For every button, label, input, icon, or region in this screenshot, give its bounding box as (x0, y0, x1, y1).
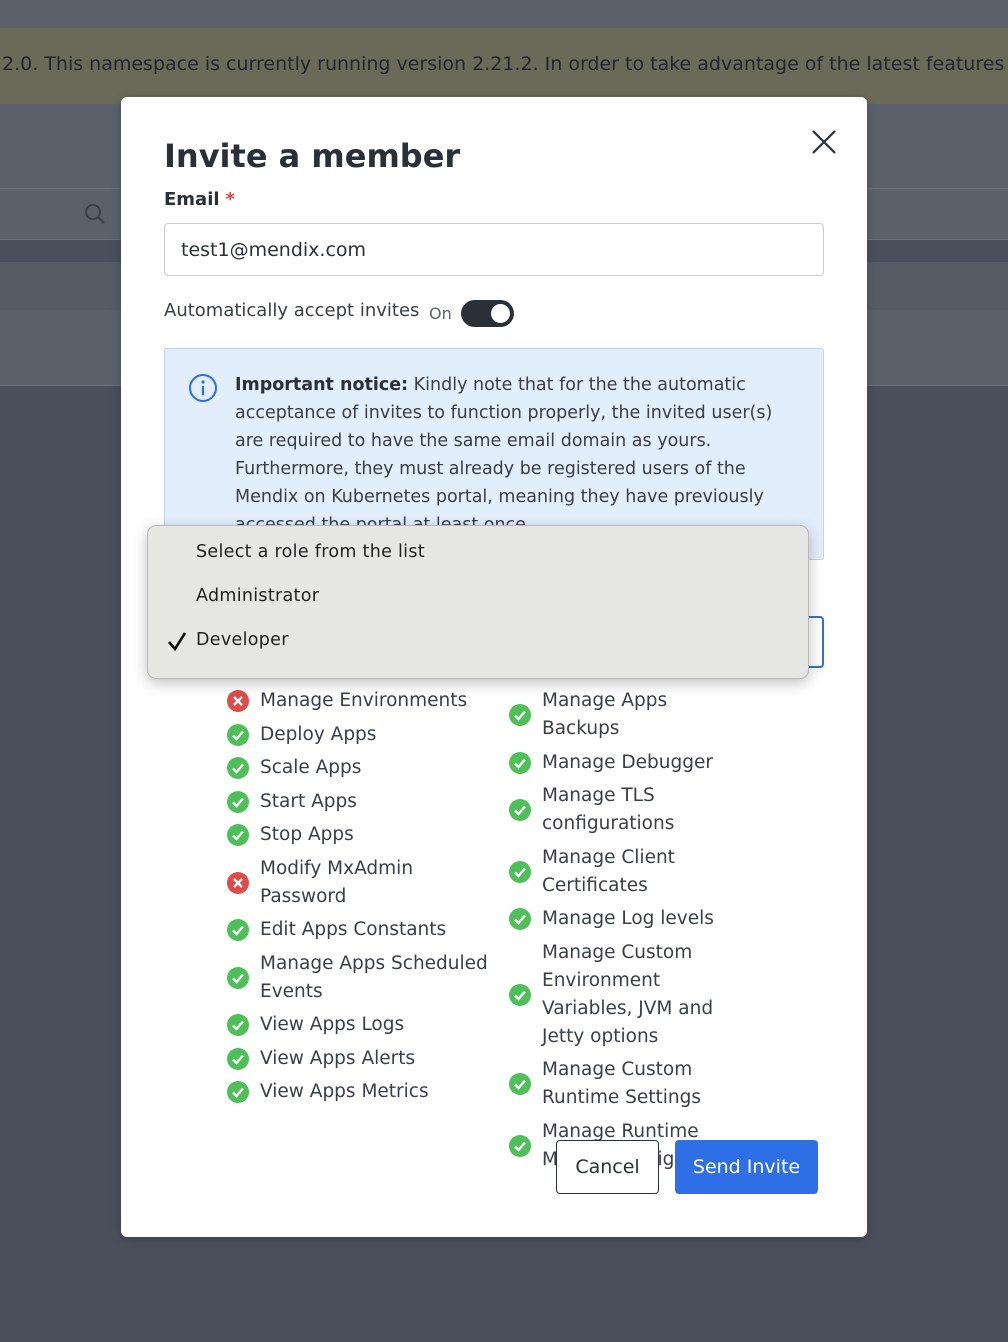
permission-item: Deploy Apps (227, 721, 495, 749)
check-circle-icon (509, 1134, 531, 1157)
info-icon (189, 374, 217, 402)
permission-item: Start Apps (227, 788, 495, 816)
permission-label: Manage Environments (260, 690, 468, 711)
check-circle-icon (509, 983, 531, 1006)
check-circle-icon (227, 790, 249, 813)
permission-item: Manage Custom Environment Variables, JVM… (509, 939, 749, 1051)
auto-accept-label: Automatically accept invites (164, 300, 420, 321)
send-invite-button[interactable]: Send Invite (675, 1140, 818, 1194)
x-circle-icon (227, 871, 249, 894)
notice-title: Important notice: (235, 375, 409, 395)
required-mark: * (225, 189, 235, 210)
permission-item: Manage TLS configurations (509, 782, 749, 838)
check-circle-icon (227, 966, 249, 989)
version-banner: 2.0. This namespace is currently running… (0, 28, 1008, 104)
check-circle-icon (227, 757, 249, 779)
permission-item: Manage Apps Scheduled Events (227, 950, 495, 1006)
check-circle-icon (227, 1014, 249, 1036)
notice-body: Kindly note that for the the automatic a… (235, 375, 773, 535)
permission-label: Manage Client Certificates (542, 846, 675, 896)
permission-label: Manage Apps Backups (542, 690, 668, 739)
permission-item: Scale Apps (227, 754, 495, 782)
permission-label: Manage TLS configurations (542, 785, 675, 834)
permission-item: Modify MxAdmin Password (227, 855, 495, 911)
permission-item: Stop Apps (227, 821, 495, 849)
toggle-state-label: On (429, 304, 452, 323)
permission-label: Manage Custom Environment Variables, JVM… (542, 941, 714, 1047)
role-option-label: Developer (196, 630, 289, 650)
permission-label: Edit Apps Constants (260, 919, 447, 940)
auto-accept-toggle[interactable] (461, 300, 514, 327)
check-circle-icon (509, 704, 531, 726)
permission-label: Manage Log levels (542, 908, 714, 929)
email-field[interactable] (164, 223, 824, 276)
permission-label: Deploy Apps (260, 723, 377, 745)
background-top-bar (0, 0, 1008, 28)
check-circle-icon (227, 723, 249, 746)
notice-text: Important notice: Kindly note that for t… (235, 371, 805, 539)
permission-item: Manage Custom Runtime Settings (509, 1056, 749, 1112)
permission-label: Manage Apps Scheduled Events (260, 952, 488, 1002)
permission-item: Manage Apps Backups (509, 687, 749, 743)
permission-item: Edit Apps Constants (227, 916, 495, 944)
permission-label: View Apps Alerts (260, 1047, 416, 1069)
checkmark-icon (168, 632, 187, 652)
permission-item: Manage Client Certificates (509, 844, 749, 900)
check-circle-icon (227, 919, 249, 941)
permission-item: Manage Debugger (509, 749, 749, 777)
role-option-developer[interactable]: Developer (148, 618, 808, 662)
permission-item: Manage Environments (227, 687, 495, 715)
permission-label: View Apps Metrics (260, 1081, 429, 1102)
check-circle-icon (509, 1073, 531, 1095)
check-circle-icon (509, 799, 531, 821)
permission-label: Manage Custom Runtime Settings (542, 1059, 702, 1108)
permission-label: View Apps Logs (260, 1014, 405, 1035)
check-circle-icon (509, 751, 531, 774)
cancel-button[interactable]: Cancel (556, 1140, 659, 1194)
check-circle-icon (509, 860, 531, 883)
permission-label: Scale Apps (260, 757, 362, 778)
check-circle-icon (227, 1081, 249, 1103)
permissions-right-column: Manage Apps Backups Manage Debugger Manage… (509, 687, 749, 1179)
role-dropdown-menu: Select a role from the list Administrato… (147, 525, 809, 679)
permission-item: Manage Log levels (509, 905, 749, 933)
permission-label: Manage Debugger (542, 751, 713, 773)
search-icon (85, 204, 105, 224)
email-label: Email * (164, 189, 235, 210)
permissions-left-column: Manage Environments Deploy Apps Scale Apps… (227, 687, 495, 1112)
permission-label: Start Apps (260, 790, 357, 812)
email-label-text: Email (164, 189, 220, 210)
role-option-placeholder[interactable]: Select a role from the list (148, 530, 808, 574)
check-circle-icon (509, 908, 531, 930)
toggle-knob (491, 304, 510, 323)
close-icon[interactable] (809, 127, 839, 157)
permission-item: View Apps Alerts (227, 1045, 495, 1073)
permission-label: Stop Apps (260, 824, 354, 845)
role-option-administrator[interactable]: Administrator (148, 574, 808, 618)
check-circle-icon (227, 824, 249, 846)
modal-title: Invite a member (164, 137, 461, 175)
permission-label: Modify MxAdmin Password (260, 857, 414, 907)
permission-item: View Apps Logs (227, 1011, 495, 1039)
check-circle-icon (227, 1047, 249, 1070)
x-circle-icon (227, 690, 249, 712)
permission-item: View Apps Metrics (227, 1078, 495, 1106)
